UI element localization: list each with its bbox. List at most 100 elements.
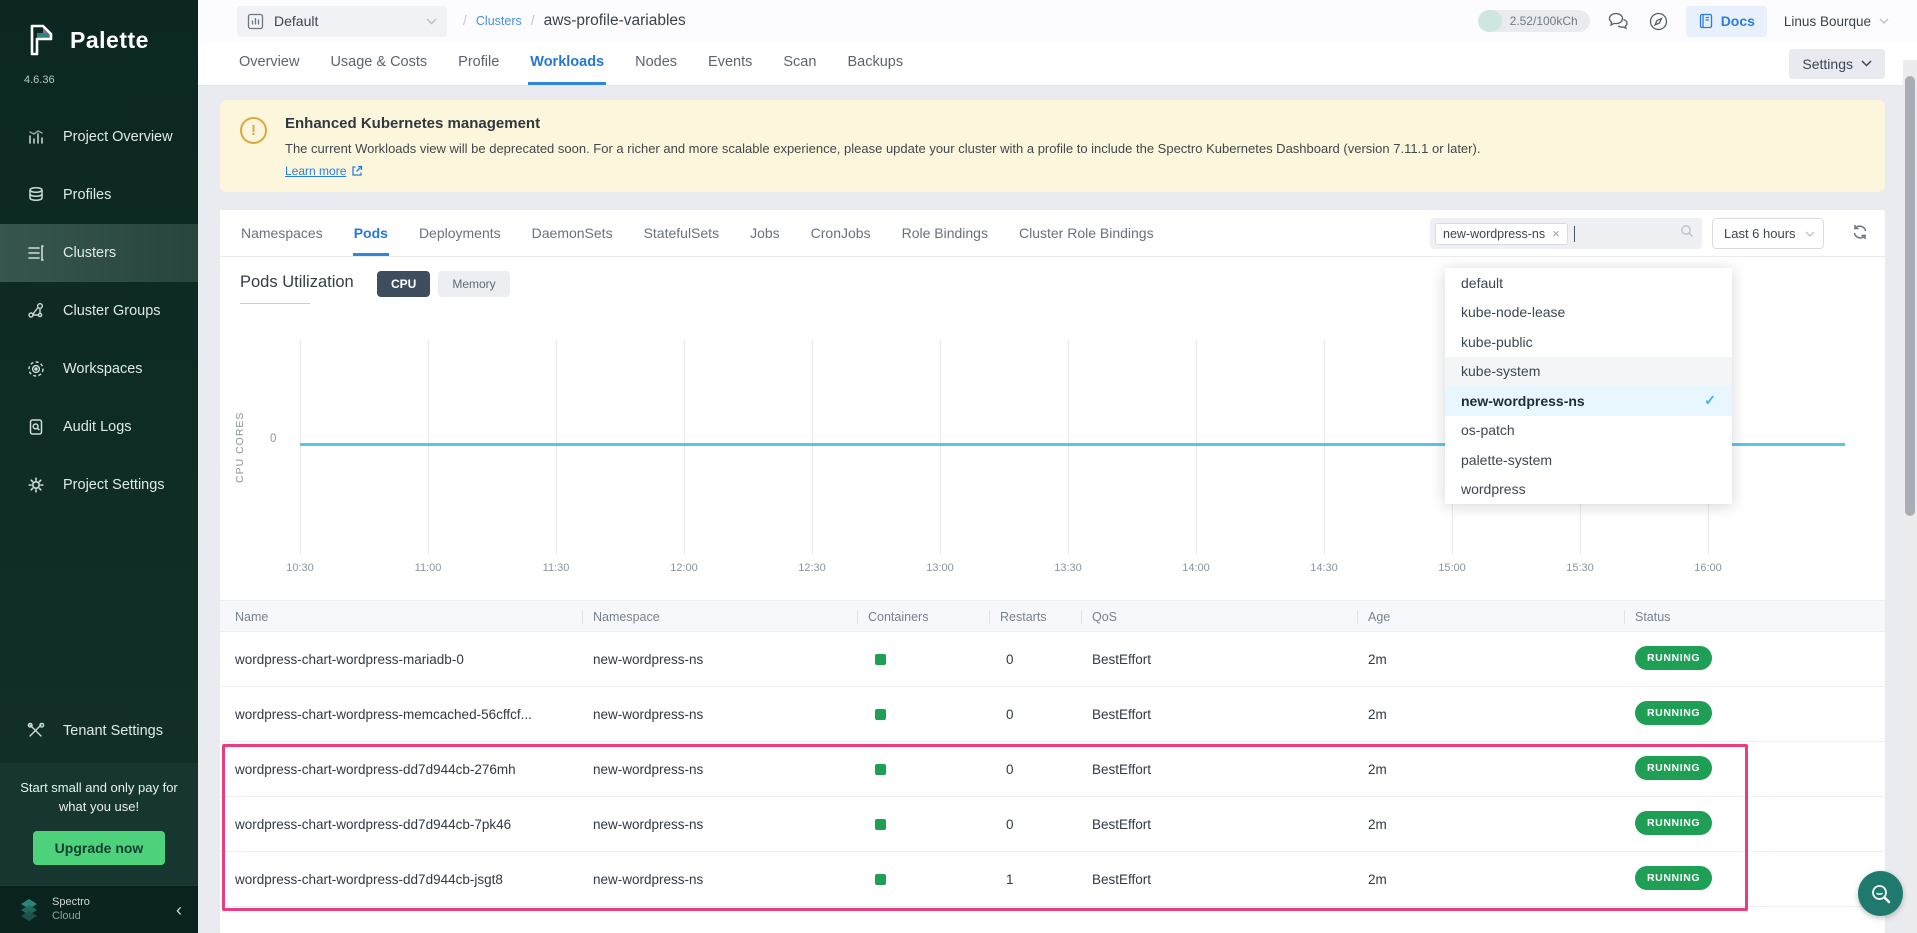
- container-status-square: [875, 654, 886, 665]
- pod-age: 2m: [1368, 652, 1387, 667]
- feedback-chat-icon[interactable]: [1607, 11, 1631, 31]
- check-icon: ✓: [1704, 392, 1716, 409]
- x-tick: 14:30: [1310, 562, 1338, 574]
- table-row[interactable]: wordpress-chart-wordpress-mariadb-0 new-…: [220, 632, 1885, 687]
- breadcrumb: / Clusters / aws-profile-variables: [463, 12, 686, 30]
- sidebar-item-profiles[interactable]: Profiles: [0, 166, 198, 224]
- dropdown-option-kube-public[interactable]: kube-public: [1445, 327, 1732, 357]
- external-link-icon: [351, 165, 363, 177]
- sidebar-item-label: Project Overview: [63, 129, 173, 145]
- dropdown-option-kube-node-lease[interactable]: kube-node-lease: [1445, 298, 1732, 328]
- sidebar-item-label: Cluster Groups: [63, 303, 161, 319]
- status-badge: RUNNING: [1635, 701, 1712, 725]
- chevron-down-icon: [426, 18, 437, 25]
- banner-body: The current Workloads view will be depre…: [285, 141, 1480, 156]
- table-row[interactable]: wordpress-chart-wordpress-dd7d944cb-7pk4…: [220, 797, 1885, 852]
- dropdown-option-new-wordpress-ns[interactable]: new-wordpress-ns ✓: [1445, 386, 1732, 416]
- sidebar-item-cluster-groups[interactable]: Cluster Groups: [0, 282, 198, 340]
- tab-workloads[interactable]: Workloads: [528, 42, 606, 85]
- subtab-jobs[interactable]: Jobs: [749, 210, 781, 256]
- subtab-pods[interactable]: Pods: [353, 210, 389, 256]
- tab-events[interactable]: Events: [706, 42, 754, 85]
- status-badge: RUNNING: [1635, 646, 1712, 670]
- status-badge: RUNNING: [1635, 811, 1712, 835]
- sidebar-item-label: Workspaces: [63, 361, 143, 377]
- tab-nodes[interactable]: Nodes: [633, 42, 679, 85]
- pod-namespace: new-wordpress-ns: [593, 707, 703, 722]
- cluster-groups-icon: [26, 301, 46, 321]
- subtab-cluster-role-bindings[interactable]: Cluster Role Bindings: [1018, 210, 1155, 256]
- tab-profile[interactable]: Profile: [456, 42, 501, 85]
- sidebar-item-clusters[interactable]: Clusters: [0, 224, 198, 282]
- pod-restarts: 0: [1006, 817, 1014, 832]
- subtab-deployments[interactable]: Deployments: [418, 210, 502, 256]
- dropdown-option-wordpress[interactable]: wordpress: [1445, 475, 1732, 505]
- workloads-card: Namespaces Pods Deployments DaemonSets S…: [220, 210, 1885, 933]
- sidebar-item-label: Profiles: [63, 187, 111, 203]
- namespace-filter-input[interactable]: new-wordpress-ns ×: [1430, 218, 1702, 249]
- tab-usage-costs[interactable]: Usage & Costs: [328, 42, 429, 85]
- scrollbar[interactable]: [1903, 60, 1917, 933]
- settings-label: Settings: [1802, 56, 1853, 72]
- learn-more-link[interactable]: Learn more: [285, 164, 363, 178]
- sidebar-item-project-settings[interactable]: Project Settings: [0, 456, 198, 514]
- subtab-statefulsets[interactable]: StatefulSets: [643, 210, 721, 256]
- subtab-daemonsets[interactable]: DaemonSets: [531, 210, 614, 256]
- user-menu[interactable]: Linus Bourque: [1784, 14, 1889, 29]
- breadcrumb-clusters-link[interactable]: Clusters: [476, 14, 522, 28]
- tab-overview[interactable]: Overview: [237, 42, 301, 85]
- memory-toggle-button[interactable]: Memory: [438, 271, 509, 297]
- refresh-icon[interactable]: [1851, 223, 1869, 244]
- top-bar: Default / Clusters / aws-profile-variabl…: [198, 0, 1917, 42]
- text-cursor: [1574, 226, 1575, 242]
- dropdown-option-kube-system[interactable]: kube-system: [1445, 357, 1732, 387]
- remove-tag-icon[interactable]: ×: [1552, 227, 1560, 240]
- docs-button[interactable]: Docs: [1686, 6, 1767, 37]
- pod-namespace: new-wordpress-ns: [593, 872, 703, 887]
- dropdown-option-label: new-wordpress-ns: [1461, 393, 1585, 409]
- sidebar: Palette 4.6.36 Project Overview Profiles: [0, 0, 198, 933]
- palette-logo: Palette: [0, 0, 198, 60]
- support-chat-button[interactable]: [1858, 871, 1903, 916]
- scrollbar-thumb[interactable]: [1905, 76, 1915, 516]
- table-row[interactable]: wordpress-chart-wordpress-dd7d944cb-276m…: [220, 742, 1885, 797]
- subtab-cronjobs[interactable]: CronJobs: [810, 210, 872, 256]
- time-range-select[interactable]: Last 6 hours: [1712, 218, 1824, 249]
- help-compass-icon[interactable]: [1648, 11, 1669, 32]
- tab-scan[interactable]: Scan: [781, 42, 818, 85]
- pod-age: 2m: [1368, 817, 1387, 832]
- sidebar-item-tenant-settings[interactable]: Tenant Settings: [0, 705, 198, 757]
- top-right-controls: 2.52/100kCh Docs Linus Bourque: [1478, 6, 1917, 37]
- dropdown-option-os-patch[interactable]: os-patch: [1445, 416, 1732, 446]
- pod-restarts: 0: [1006, 762, 1014, 777]
- settings-button[interactable]: Settings: [1789, 49, 1885, 79]
- namespace-tag[interactable]: new-wordpress-ns ×: [1435, 223, 1568, 245]
- table-row[interactable]: wordpress-chart-wordpress-dd7d944cb-jsgt…: [220, 852, 1885, 907]
- chevron-down-icon: [1805, 231, 1815, 237]
- col-status: Status: [1635, 610, 1670, 624]
- status-badge: RUNNING: [1635, 866, 1712, 890]
- breadcrumb-separator: /: [463, 12, 467, 28]
- search-chat-icon: [1869, 882, 1893, 906]
- dropdown-option-palette-system[interactable]: palette-system: [1445, 445, 1732, 475]
- metric-toggle: CPU Memory: [377, 271, 510, 297]
- pod-name: wordpress-chart-wordpress-mariadb-0: [235, 652, 464, 667]
- dropdown-option-default[interactable]: default: [1445, 268, 1732, 298]
- breadcrumb-separator: /: [531, 12, 535, 28]
- cpu-toggle-button[interactable]: CPU: [377, 271, 430, 297]
- tab-backups[interactable]: Backups: [845, 42, 905, 85]
- main-area: Default / Clusters / aws-profile-variabl…: [198, 0, 1917, 933]
- namespace-dropdown: default kube-node-lease kube-public kube…: [1445, 268, 1732, 504]
- table-row[interactable]: wordpress-chart-wordpress-memcached-56cf…: [220, 687, 1885, 742]
- pod-age: 2m: [1368, 707, 1387, 722]
- subtab-role-bindings[interactable]: Role Bindings: [901, 210, 989, 256]
- sidebar-item-workspaces[interactable]: Workspaces: [0, 340, 198, 398]
- sidebar-item-project-overview[interactable]: Project Overview: [0, 108, 198, 166]
- book-icon: [1698, 13, 1714, 29]
- project-selector[interactable]: Default: [237, 6, 447, 37]
- pod-namespace: new-wordpress-ns: [593, 762, 703, 777]
- subtab-namespaces[interactable]: Namespaces: [240, 210, 324, 256]
- sidebar-item-audit-logs[interactable]: Audit Logs: [0, 398, 198, 456]
- collapse-sidebar-button[interactable]: ‹: [176, 901, 182, 919]
- upgrade-now-button[interactable]: Upgrade now: [33, 831, 166, 865]
